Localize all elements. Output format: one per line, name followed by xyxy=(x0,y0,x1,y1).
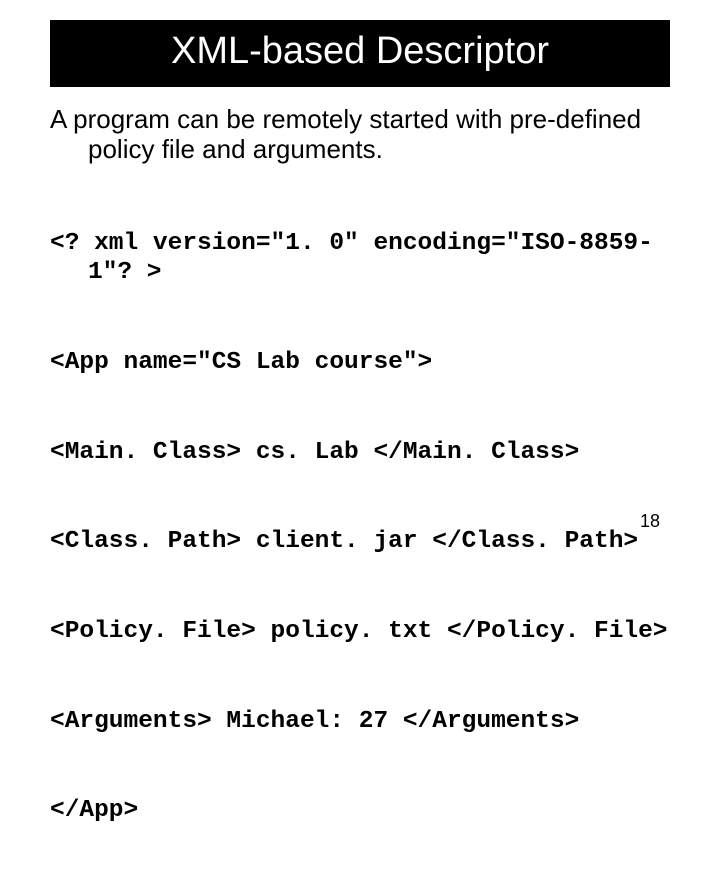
xml-line-2: <App name="CS Lab course"> xyxy=(50,348,670,378)
slide-body: A program can be remotely started with p… xyxy=(50,105,670,886)
page-number: 18 xyxy=(640,511,660,532)
slide: XML-based Descriptor A program can be re… xyxy=(0,20,720,560)
xml-line-3: <Main. Class> cs. Lab </Main. Class> xyxy=(50,438,670,468)
xml-line-1: <? xml version="1. 0" encoding="ISO-8859… xyxy=(50,229,670,289)
slide-title: XML-based Descriptor xyxy=(50,20,670,87)
xml-line-7: </App> xyxy=(50,796,670,826)
xml-block: <? xml version="1. 0" encoding="ISO-8859… xyxy=(50,169,670,886)
xml-line-4: <Class. Path> client. jar </Class. Path> xyxy=(50,527,670,557)
intro-text: A program can be remotely started with p… xyxy=(50,105,670,165)
xml-line-6: <Arguments> Michael: 27 </Arguments> xyxy=(50,707,670,737)
xml-line-5: <Policy. File> policy. txt </Policy. Fil… xyxy=(50,617,670,647)
